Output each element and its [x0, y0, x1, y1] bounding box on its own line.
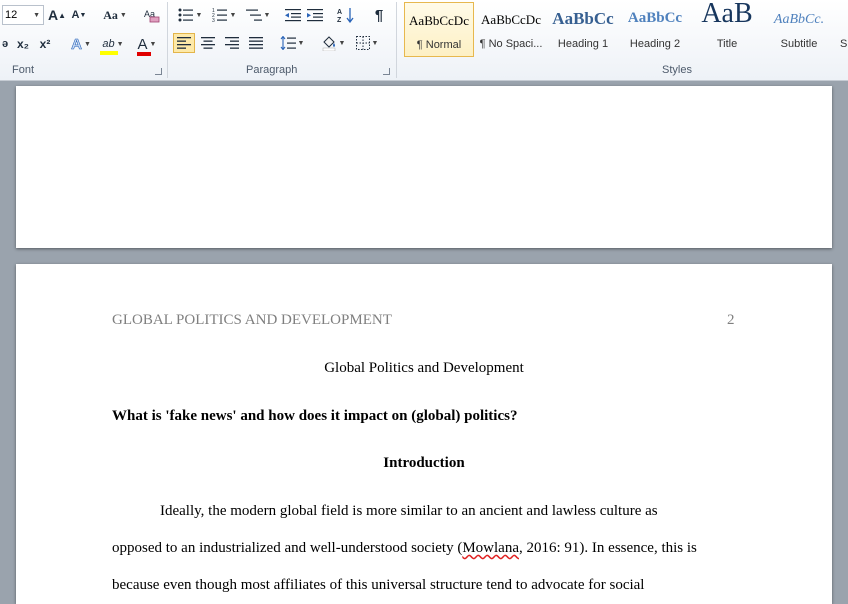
style-subtle-emphasis[interactable]: S	[836, 2, 848, 57]
text-run: , 2016: 91). In essence, this is	[519, 540, 697, 556]
document-page[interactable]: GLOBAL POLITICS AND DEVELOPMENT 2 Global…	[16, 264, 832, 604]
font-dialog-launcher-icon[interactable]	[155, 68, 162, 75]
svg-text:A: A	[337, 9, 342, 16]
sort-button[interactable]: AZ	[336, 5, 356, 25]
style-name: Subtitle	[780, 38, 818, 50]
align-center-button[interactable]	[198, 33, 218, 53]
align-right-button[interactable]	[222, 33, 242, 53]
style-name: Title	[716, 38, 738, 50]
paragraph-dialog-launcher-icon[interactable]	[383, 68, 390, 75]
svg-text:3: 3	[212, 18, 215, 22]
align-right-icon	[225, 37, 239, 49]
show-hide-formatting-button[interactable]: ¶	[370, 5, 388, 25]
font-color-button[interactable]: A ▼	[132, 34, 162, 56]
svg-text:Z: Z	[337, 17, 342, 23]
style-name: S	[840, 38, 848, 50]
style-heading-1[interactable]: AaBbCc Heading 1	[548, 2, 618, 57]
page-header-text[interactable]: GLOBAL POLITICS AND DEVELOPMENT	[112, 312, 392, 329]
highlight-color-bar	[100, 51, 119, 55]
justify-icon	[249, 37, 263, 49]
divider	[167, 2, 168, 78]
style-sample: AaBbCc	[627, 10, 683, 26]
style-sample: AaBbCc	[552, 9, 614, 28]
clear-formatting-icon: Aa	[144, 9, 160, 23]
document-page[interactable]	[16, 86, 832, 248]
font-color-bar	[136, 51, 151, 56]
align-left-icon	[177, 37, 191, 49]
question-heading[interactable]: What is 'fake news' and how does it impa…	[112, 408, 517, 425]
style-heading-2[interactable]: AaBbCc Heading 2	[620, 2, 690, 57]
align-center-icon	[201, 37, 215, 49]
line-spacing-icon	[280, 36, 296, 50]
style-sample: AaBbCc.	[773, 12, 825, 27]
paragraph-line[interactable]: opposed to an industrialized and well-un…	[112, 540, 697, 557]
align-left-button[interactable]	[173, 33, 195, 53]
section-heading[interactable]: Introduction	[16, 455, 832, 472]
paragraph-group-label: Paragraph	[246, 64, 298, 76]
line-spacing-button[interactable]: ▼	[278, 33, 306, 53]
increase-indent-icon	[307, 9, 323, 22]
style-no-spacing[interactable]: AaBbCcDc ¶ No Spaci...	[476, 2, 546, 57]
paint-bucket-icon	[322, 36, 335, 51]
font-size-select[interactable]: 12 ▼	[2, 5, 44, 25]
style-name: Heading 2	[629, 38, 681, 50]
page-number: 2	[727, 312, 735, 328]
style-normal[interactable]: AaBbCcDc ¶ Normal	[404, 2, 474, 57]
bullets-button[interactable]: ▼	[176, 5, 204, 25]
styles-group-label: Styles	[662, 64, 692, 76]
borders-button[interactable]: ▼	[352, 33, 382, 53]
justify-button[interactable]	[246, 33, 266, 53]
style-title[interactable]: AaB Title	[692, 0, 762, 57]
grow-font-button[interactable]: A ▲	[48, 5, 66, 25]
style-name: ¶ Normal	[416, 39, 462, 51]
change-case-button[interactable]: Aa ▼	[100, 5, 130, 25]
multilevel-list-icon	[245, 9, 262, 21]
strikethrough-button[interactable]: ə	[0, 34, 10, 54]
borders-icon	[355, 36, 370, 50]
paragraph-line[interactable]: because even though most affiliates of t…	[112, 577, 644, 594]
subscript-button[interactable]: x₂	[14, 34, 32, 54]
citation-author: Mowlana	[462, 540, 519, 556]
style-sample: AaB	[701, 0, 753, 29]
style-name: ¶ No Spaci...	[479, 38, 543, 50]
ribbon: 12 ▼ A ▲ A ▼ Aa ▼ Aa ə x₂ x² A ▼ ab ▼ A ▼ Fon…	[0, 0, 848, 81]
numbering-icon: 123	[212, 8, 227, 22]
style-name: Heading 1	[557, 38, 609, 50]
text-run: opposed to an industrialized and well-un…	[112, 540, 463, 556]
superscript-button[interactable]: x²	[36, 34, 54, 54]
shrink-font-button[interactable]: A ▼	[70, 5, 88, 25]
style-sample: AaBbCcDc	[409, 13, 469, 28]
divider	[396, 2, 397, 78]
text-effects-button[interactable]: A ▼	[68, 34, 94, 54]
style-sample: AaBbCcDc	[481, 12, 541, 27]
highlight-button[interactable]: ab ▼	[98, 34, 128, 55]
font-group-label: Font	[12, 64, 35, 76]
multilevel-list-button[interactable]: ▼	[244, 5, 272, 25]
shading-button[interactable]: ▼	[318, 33, 348, 53]
numbering-button[interactable]: 1 2 3 ▼	[210, 5, 238, 25]
bullets-icon	[178, 8, 193, 22]
document-title[interactable]: Global Politics and Development	[16, 360, 832, 377]
increase-indent-button[interactable]	[306, 5, 324, 25]
decrease-indent-button[interactable]	[284, 5, 302, 25]
style-subtitle[interactable]: AaBbCc. Subtitle	[764, 2, 834, 57]
decrease-indent-icon	[285, 9, 301, 22]
clear-formatting-button[interactable]: Aa	[142, 5, 162, 25]
sort-icon: AZ	[337, 8, 354, 23]
paragraph-line[interactable]: Ideally, the modern global field is more…	[160, 503, 658, 520]
